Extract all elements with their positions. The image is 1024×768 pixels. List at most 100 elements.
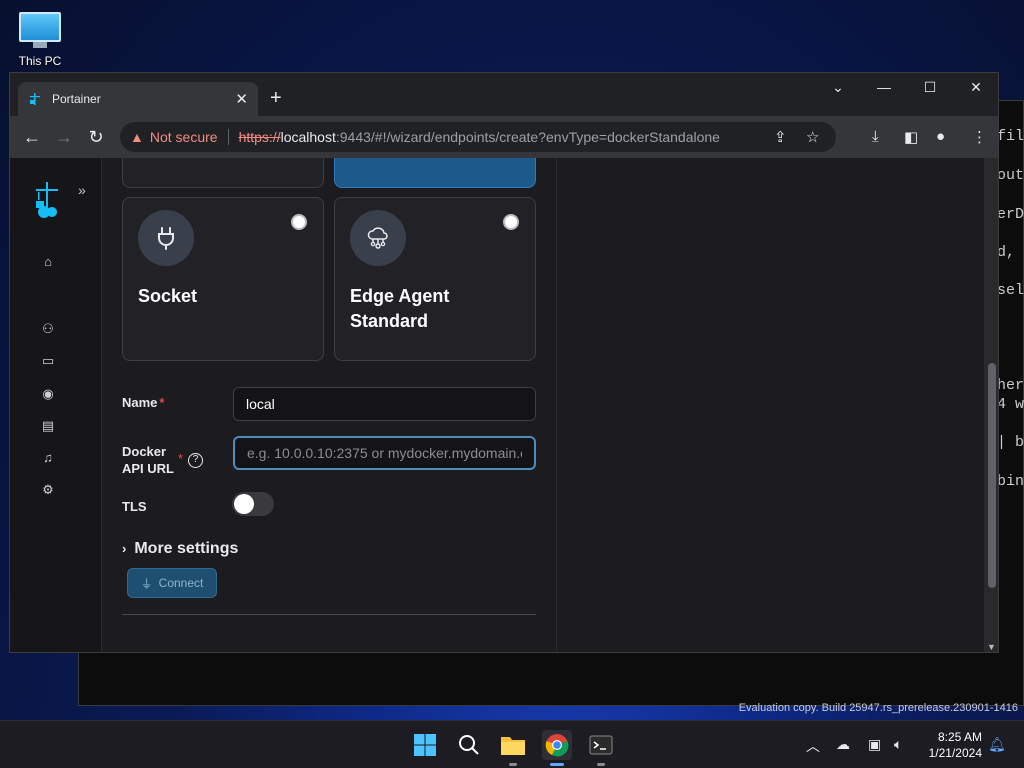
terminal-line: | bi — [997, 434, 1024, 451]
terminal-line: out — [997, 167, 1024, 184]
api-url-placeholder: e.g. 10.0.0.10:2375 or mydocker.mydomain… — [247, 445, 522, 461]
wizard-content: Socket Edge Agent Standard Name * local D… — [102, 158, 557, 652]
network-icon[interactable]: ▣ — [868, 736, 881, 753]
settings-gear-icon[interactable]: ⚙ — [40, 482, 56, 498]
option-card-edge-agent-standard[interactable]: Edge Agent Standard — [334, 197, 536, 361]
plug-small-icon: ⏚ — [140, 576, 153, 591]
logs-icon[interactable]: ▤ — [40, 418, 56, 434]
help-question-icon[interactable]: ? — [188, 453, 203, 468]
expand-sidebar-icon[interactable]: » — [78, 182, 86, 198]
more-settings-toggle[interactable]: › More settings — [122, 540, 238, 558]
cloud-network-icon — [350, 210, 406, 266]
address-bar[interactable]: ▲ Not secure https:// localhost :9443/#!… — [120, 122, 836, 152]
terminal-icon[interactable] — [586, 730, 616, 766]
tab-title: Portainer — [52, 92, 101, 106]
side-panel-icon[interactable]: ◧ — [904, 128, 918, 146]
terminal-line: her — [997, 377, 1024, 394]
chrome-icon[interactable] — [542, 730, 572, 766]
new-tab-button[interactable]: + — [270, 87, 282, 109]
name-label: Name * — [122, 394, 164, 411]
name-input-value: local — [246, 396, 275, 412]
profile-avatar-icon[interactable]: ● — [936, 128, 945, 145]
share-icon[interactable]: ⇪ — [774, 128, 787, 146]
system-clock[interactable]: 8:25 AM 1/21/2024 — [922, 729, 982, 761]
running-indicator — [597, 763, 605, 766]
tab-portainer[interactable]: Portainer ✕ — [18, 82, 258, 116]
url-scheme: https:// — [238, 129, 281, 145]
scrollbar-thumb[interactable] — [988, 363, 996, 588]
browser-menu-icon[interactable]: ⋮ — [972, 128, 987, 146]
docker-api-url-label: Docker API URL — [122, 443, 174, 477]
tab-search-chevron-icon[interactable]: ⌄ — [815, 79, 861, 96]
clock-date: 1/21/2024 — [928, 746, 982, 760]
empty-right-pane — [557, 158, 984, 652]
this-pc-desktop-icon[interactable]: This PC — [14, 8, 66, 68]
show-hidden-icons-chevron-icon[interactable]: ︿ — [806, 736, 820, 756]
file-explorer-icon[interactable] — [498, 730, 528, 766]
socket-radio[interactable] — [291, 214, 307, 230]
monitor-icon — [19, 12, 61, 42]
reload-button[interactable]: ↻ — [80, 127, 112, 148]
portainer-sidebar: » ⌂ ⚇ ▭ ◉ ▤ ♫ ⚙ — [10, 158, 102, 652]
portainer-favicon-icon — [30, 93, 40, 105]
home-icon[interactable]: ⌂ — [40, 254, 56, 270]
clock-time: 8:25 AM — [937, 730, 982, 744]
api-label-line1: Docker — [122, 444, 167, 459]
users-icon[interactable]: ⚇ — [40, 321, 56, 337]
search-icon[interactable] — [454, 730, 484, 760]
tab-strip: Portainer ✕ + ⌄ — ☐ ✕ — [10, 73, 998, 116]
url-host: localhost — [280, 129, 336, 145]
bookmark-star-icon[interactable]: ☆ — [806, 128, 819, 146]
name-label-text: Name — [122, 395, 158, 410]
terminal-line: file — [997, 128, 1024, 145]
start-windows-icon[interactable] — [410, 730, 440, 760]
form-divider — [122, 614, 536, 615]
option-card-partial[interactable] — [122, 158, 324, 188]
address-separator — [227, 129, 229, 145]
browser-toolbar: ← → ↻ ▲ Not secure https:// localhost :9… — [10, 116, 998, 158]
minimize-button[interactable]: — — [861, 79, 907, 95]
docker-api-url-input[interactable]: e.g. 10.0.0.10:2375 or mydocker.mydomain… — [233, 436, 536, 470]
not-secure-label[interactable]: Not secure — [150, 129, 218, 145]
edge-agent-title: Edge Agent Standard — [350, 286, 450, 331]
evaluation-watermark: Evaluation copy. Build 25947.rs_prerelea… — [738, 702, 1018, 714]
terminal-line: sel — [997, 282, 1024, 299]
page-scrollbar[interactable]: ▼ — [984, 158, 998, 652]
api-label-line2: API URL — [122, 461, 174, 476]
option-card-selected-partial[interactable] — [334, 158, 536, 188]
socket-title: Socket — [138, 286, 198, 306]
required-mark: * — [159, 395, 165, 410]
back-button[interactable]: ← — [16, 127, 48, 148]
notifications-bell-icon[interactable]: ♫ — [40, 450, 56, 466]
chevron-right-icon: › — [122, 541, 127, 556]
url-path: :9443/#!/wizard/endpoints/create?envType… — [335, 129, 720, 145]
connect-label: Connect — [158, 576, 204, 590]
edge-agent-radio[interactable] — [503, 214, 519, 230]
monitor-stand — [33, 42, 47, 48]
name-input[interactable]: local — [233, 387, 536, 421]
terminal-line: 4 we — [997, 396, 1024, 413]
edge-compute-icon[interactable]: ◉ — [40, 386, 56, 402]
onedrive-cloud-icon[interactable]: ☁ — [836, 736, 850, 753]
close-window-button[interactable]: ✕ — [953, 79, 998, 96]
desktop-icon-label: This PC — [18, 54, 62, 68]
terminal-line: d, g — [997, 244, 1024, 261]
terminal-line: erDk — [997, 206, 1024, 223]
environments-icon[interactable]: ▭ — [40, 353, 56, 369]
toggle-knob — [234, 494, 254, 514]
scroll-down-arrow-icon[interactable]: ▼ — [987, 642, 996, 652]
tls-toggle[interactable] — [232, 492, 274, 516]
more-settings-label: More settings — [134, 540, 239, 557]
connect-button[interactable]: ⏚ Connect — [127, 568, 217, 598]
plug-icon — [138, 210, 194, 266]
forward-button[interactable]: → — [48, 127, 80, 148]
browser-window: Portainer ✕ + ⌄ — ☐ ✕ ← → ↻ ▲ Not secure… — [9, 72, 999, 653]
portainer-logo-icon[interactable] — [32, 180, 62, 220]
maximize-button[interactable]: ☐ — [907, 79, 953, 96]
download-icon[interactable]: ⤓ — [872, 128, 879, 145]
terminal-line: bin — [997, 473, 1024, 490]
option-card-socket[interactable]: Socket — [122, 197, 324, 361]
volume-muted-icon[interactable]: 🔈︎ — [894, 736, 902, 753]
tab-close-icon[interactable]: ✕ — [235, 90, 248, 108]
notification-bell-icon[interactable]: 🔔︎ — [988, 736, 1006, 753]
